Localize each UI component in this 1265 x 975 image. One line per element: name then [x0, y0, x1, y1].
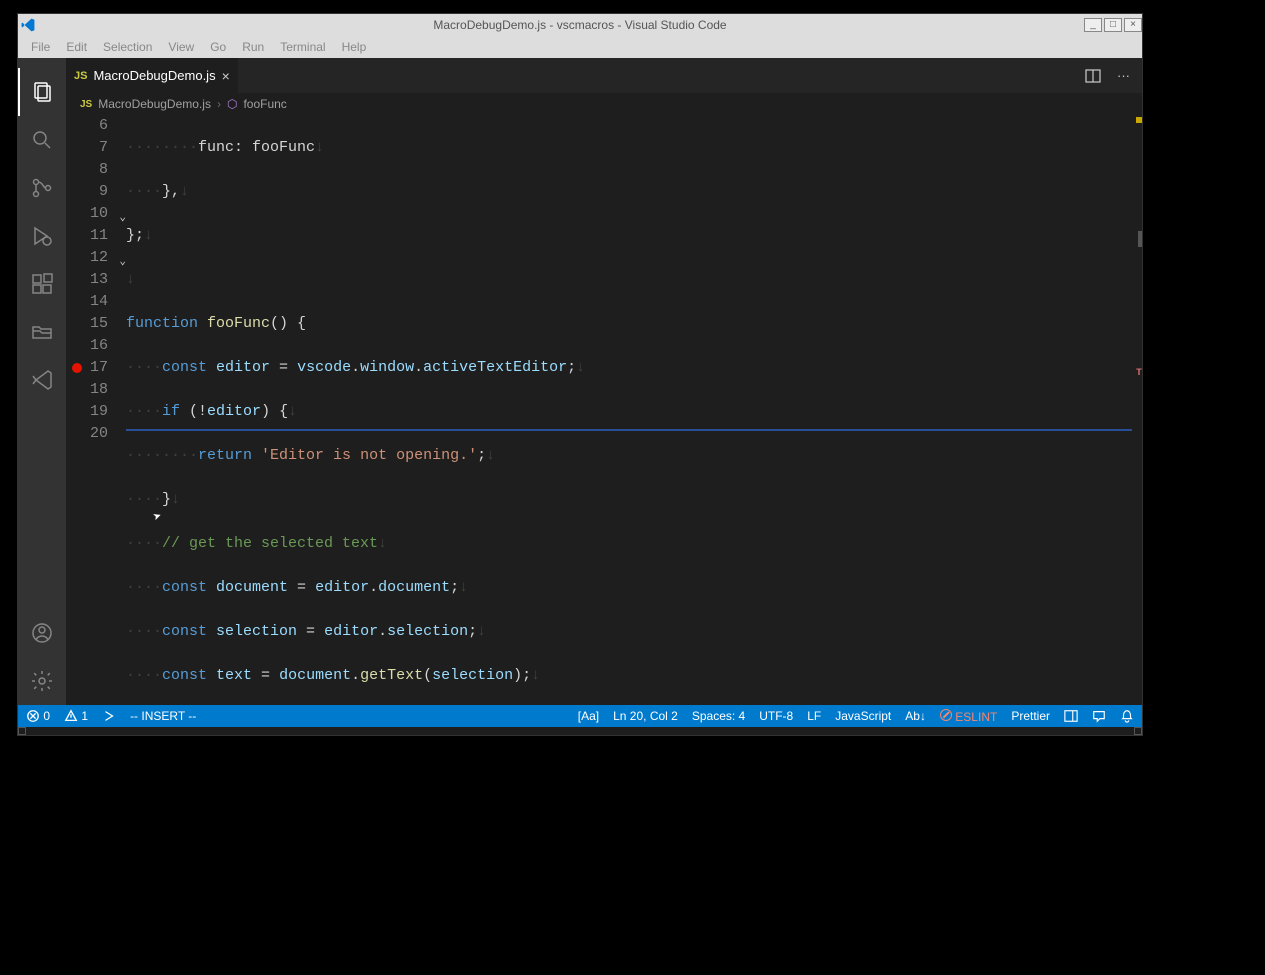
fold-icon[interactable]: ⌄ — [119, 251, 126, 273]
menu-view[interactable]: View — [161, 38, 201, 56]
maximize-button[interactable]: □ — [1104, 18, 1122, 32]
status-language[interactable]: JavaScript — [835, 709, 891, 723]
chevron-right-icon: › — [217, 97, 221, 111]
status-debug-icon[interactable] — [102, 709, 116, 724]
js-file-icon: JS — [74, 70, 87, 82]
more-actions-icon[interactable]: ··· — [1117, 68, 1130, 83]
split-editor-icon[interactable] — [1085, 68, 1101, 84]
status-prettier[interactable]: Prettier — [1011, 709, 1050, 723]
breadcrumb-file[interactable]: MacroDebugDemo.js — [98, 97, 211, 111]
code-content[interactable]: ········func: fooFunc↓ ····},↓ };↓ ↓ fun… — [126, 115, 1132, 705]
status-encoding[interactable]: UTF-8 — [759, 709, 793, 723]
explorer-icon[interactable] — [18, 68, 66, 116]
breakpoint-icon[interactable] — [72, 363, 82, 373]
status-errors[interactable]: 0 — [26, 709, 50, 724]
run-debug-icon[interactable] — [18, 212, 66, 260]
menu-go[interactable]: Go — [203, 38, 233, 56]
status-indent[interactable]: Spaces: 4 — [692, 709, 745, 723]
status-vim-mode: -- INSERT -- — [130, 709, 196, 723]
account-icon[interactable] — [18, 609, 66, 657]
window-title: MacroDebugDemo.js - vscmacros - Visual S… — [18, 18, 1142, 32]
minimap[interactable]: T — [1132, 115, 1142, 705]
status-bell-icon[interactable] — [1120, 709, 1134, 724]
menu-edit[interactable]: Edit — [59, 38, 94, 56]
status-spellcheck[interactable]: Ab↓ — [905, 709, 926, 723]
breadcrumb-symbol[interactable]: fooFunc — [243, 97, 286, 111]
editor-tabs: JS MacroDebugDemo.js × ··· — [66, 58, 1142, 93]
titlebar[interactable]: MacroDebugDemo.js - vscmacros - Visual S… — [18, 14, 1142, 36]
menu-file[interactable]: File — [24, 38, 57, 56]
minimize-button[interactable]: _ — [1084, 18, 1102, 32]
tab-label: MacroDebugDemo.js — [93, 68, 215, 83]
extensions-icon[interactable] — [18, 260, 66, 308]
folder-icon[interactable] — [18, 308, 66, 356]
search-icon[interactable] — [18, 116, 66, 164]
status-eol[interactable]: LF — [807, 709, 821, 723]
status-feedback-icon[interactable] — [1092, 709, 1106, 724]
activity-bar — [18, 58, 66, 705]
status-case[interactable]: [Aa] — [578, 709, 599, 723]
status-warnings[interactable]: 1 — [64, 709, 88, 724]
status-eslint[interactable]: ESLINT — [940, 709, 997, 724]
menu-run[interactable]: Run — [235, 38, 271, 56]
status-layout-icon[interactable] — [1064, 709, 1078, 724]
tab-macrodebugdemo[interactable]: JS MacroDebugDemo.js × — [66, 58, 239, 93]
vscode-window: MacroDebugDemo.js - vscmacros - Visual S… — [18, 14, 1142, 735]
current-line-highlight — [126, 429, 1132, 431]
breadcrumb[interactable]: JS MacroDebugDemo.js › ⬡ fooFunc — [66, 93, 1142, 115]
fold-icon[interactable]: ⌄ — [119, 207, 126, 229]
menu-help[interactable]: Help — [335, 38, 374, 56]
vs-logo-icon[interactable] — [18, 356, 66, 404]
code-editor[interactable]: 6789⌄1011⌄121314151617181920 ········fun… — [66, 115, 1142, 705]
vscode-icon — [18, 18, 38, 32]
eslint-disabled-icon — [940, 709, 952, 721]
menu-selection[interactable]: Selection — [96, 38, 159, 56]
line-gutter[interactable]: 6789⌄1011⌄121314151617181920 — [66, 115, 126, 705]
scm-icon[interactable] — [18, 164, 66, 212]
settings-gear-icon[interactable] — [18, 657, 66, 705]
menu-terminal[interactable]: Terminal — [273, 38, 332, 56]
close-tab-icon[interactable]: × — [222, 68, 230, 84]
menubar: File Edit Selection View Go Run Terminal… — [18, 36, 1142, 58]
horizontal-scrollbar[interactable] — [18, 727, 1142, 735]
symbol-method-icon: ⬡ — [227, 97, 237, 111]
status-cursor-pos[interactable]: Ln 20, Col 2 — [613, 709, 678, 723]
js-file-icon: JS — [80, 99, 92, 110]
status-bar: 0 1 -- INSERT -- [Aa] Ln 20, Col 2 Space… — [18, 705, 1142, 727]
close-window-button[interactable]: × — [1124, 18, 1142, 32]
